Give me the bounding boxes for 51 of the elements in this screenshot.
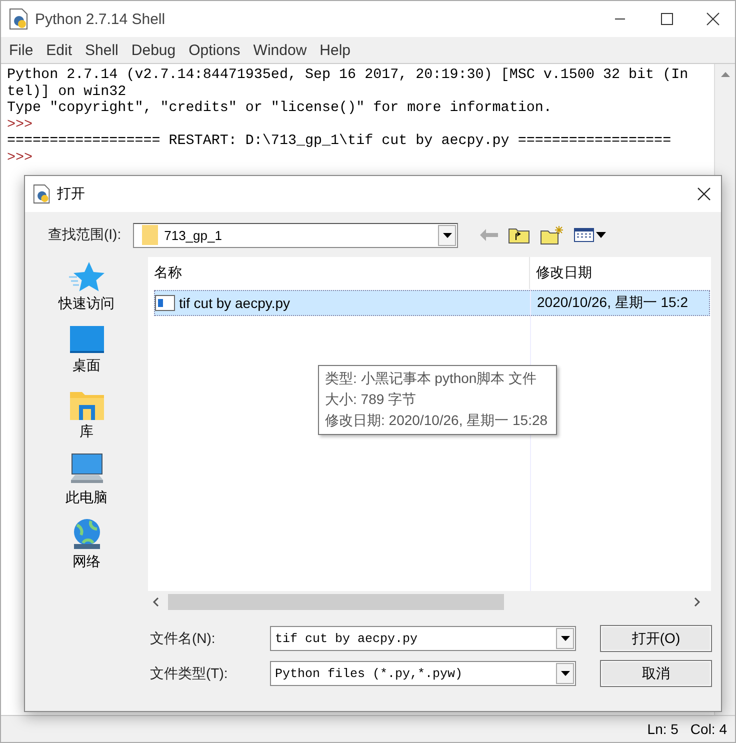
shell-output-line: Python 2.7.14 (v2.7.14:84471935ed, Sep 16 2017, 20:19:30) [MSC v.1500 32 bit (In: [7, 67, 688, 84]
python-file-icon: [33, 184, 51, 204]
place-item[interactable]: 快速访问: [58, 295, 114, 313]
place-item[interactable]: 库: [80, 423, 94, 441]
file-date: 2020/10/26, 星期一 15:2: [536, 294, 688, 312]
dialog-title: 打开: [57, 185, 85, 203]
folder-icon: [68, 389, 104, 421]
script-file-icon: [155, 295, 175, 311]
monitor-icon: [68, 325, 104, 355]
place-item[interactable]: 桌面: [72, 357, 100, 375]
column-number: Col: 4: [690, 721, 727, 737]
tooltip-line: 类型: 小黑记事本 python脚本 文件: [325, 369, 538, 388]
menu-item[interactable]: Options: [182, 42, 248, 58]
file-type-label: 文件类型(T):: [150, 664, 229, 682]
tooltip-line: 大小: 789 字节: [325, 390, 418, 409]
column-header[interactable]: 修改日期: [530, 257, 592, 289]
column-header[interactable]: 名称: [148, 257, 530, 289]
menu-item[interactable]: Debug: [125, 42, 183, 58]
scroll-up-icon[interactable]: [720, 72, 730, 76]
file-type-dropdown[interactable]: Python files (*.py,*.pyw): [270, 661, 576, 686]
file-name: tif cut by aecpy.py: [179, 295, 290, 311]
new-folder-icon[interactable]: [540, 225, 564, 245]
close-icon[interactable]: [697, 187, 711, 201]
python-file-icon: [9, 8, 29, 30]
place-item[interactable]: 网络: [72, 553, 100, 571]
place-item[interactable]: 此电脑: [66, 489, 108, 507]
look-in-label: 查找范围(I):: [48, 226, 122, 244]
menu-item[interactable]: File: [3, 42, 40, 58]
shell-output-line: ================== RESTART: D:\713_gp_1\tif cut by aecpy.py ==================: [7, 133, 672, 150]
menu-item[interactable]: Window: [247, 42, 314, 58]
line-number: Ln: 5: [647, 721, 678, 737]
shell-prompt: >>>: [7, 116, 33, 133]
view-menu-icon[interactable]: [574, 227, 606, 243]
look-in-dropdown[interactable]: 713_gp_1: [133, 222, 458, 248]
shell-prompt: >>>: [7, 150, 33, 166]
shell-output-line: Type "copyright", "credits" or "license()" for more information.: [7, 100, 552, 116]
folder-icon: [142, 225, 158, 245]
menu-item[interactable]: Edit: [40, 42, 80, 58]
up-folder-icon[interactable]: [508, 226, 530, 244]
cancel-button[interactable]: 取消: [600, 660, 712, 687]
file-name-field[interactable]: tif cut by aecpy.py: [270, 626, 576, 651]
file-name-label: 文件名(N):: [150, 630, 216, 648]
window-title: Python 2.7.14 Shell: [35, 10, 166, 28]
menu-item[interactable]: Help: [314, 42, 358, 58]
folder-name: 713_gp_1: [164, 228, 222, 242]
file-row[interactable]: tif cut by aecpy.py 2020/10/26, 星期一 15:2: [154, 290, 710, 316]
shell-output-line: tel)] on win32: [7, 84, 126, 100]
star-icon: [68, 261, 104, 293]
open-button[interactable]: 打开(O): [600, 625, 712, 652]
menu-item[interactable]: Shell: [79, 42, 126, 58]
tooltip-line: 修改日期: 2020/10/26, 星期一 15:28: [325, 411, 548, 430]
